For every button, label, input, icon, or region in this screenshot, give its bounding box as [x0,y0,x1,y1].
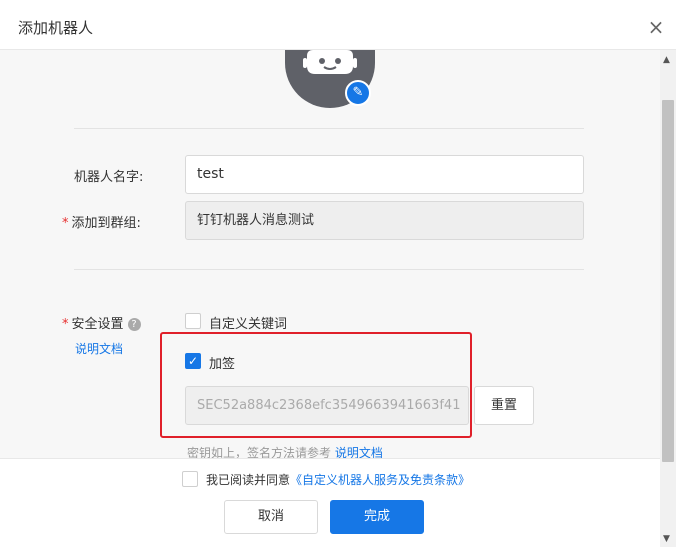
close-icon[interactable]: × [646,17,666,37]
dialog-header: 添加机器人 × [0,3,676,50]
pencil-icon[interactable]: ✎ [345,80,371,106]
dialog-title: 添加机器人 [18,19,94,37]
hint-text: 密钥如上，签名方法请参考 [187,446,332,458]
security-label-text: 安全设置 [71,317,124,332]
name-label: 机器人名字: [74,170,144,185]
group-field: 钉钉机器人消息测试 [185,201,584,240]
scroll-up-icon[interactable]: ▲ [663,55,670,65]
agree-checkbox[interactable] [182,471,198,487]
done-button[interactable]: 完成 [330,500,424,534]
scroll-down-icon[interactable]: ▼ [663,534,670,544]
security-doc-link[interactable]: 说明文档 [75,340,123,357]
agree-label: 我已阅读并同意 [206,473,291,487]
secret-hint: 密钥如上，签名方法请参考 说明文档 [187,444,383,458]
add-robot-dialog: 添加机器人 × ✎ 机器人名字: test * 添加到群组: 钉钉机器人消息测试 … [0,0,676,547]
group-label: * 添加到群组: [62,212,141,231]
highlight-box [160,332,472,438]
dialog-body: ✎ 机器人名字: test * 添加到群组: 钉钉机器人消息测试 * 安全设置? 说… [0,50,660,458]
hint-doc-link[interactable]: 说明文档 [335,446,383,458]
divider [74,269,584,270]
scrollbar-thumb[interactable] [662,100,674,462]
reset-button[interactable]: 重置 [474,386,534,425]
group-label-text: 添加到群组: [71,216,141,231]
terms-link[interactable]: 《自定义机器人服务及免责条款》 [290,473,470,487]
required-mark: * [62,216,69,231]
divider [74,128,584,129]
cancel-button[interactable]: 取消 [224,500,318,534]
keyword-checkbox[interactable] [185,313,201,329]
required-mark: * [62,317,69,332]
dialog-footer: 我已阅读并同意《自定义机器人服务及免责条款》 取消 完成 [0,458,660,547]
vertical-scrollbar[interactable]: ▲ ▼ [660,50,676,547]
agree-text: 我已阅读并同意《自定义机器人服务及免责条款》 [206,471,470,488]
security-label: * 安全设置? [62,313,141,332]
question-icon[interactable]: ? [127,318,141,331]
robot-name-input[interactable]: test [185,155,584,194]
keyword-label: 自定义关键词 [209,317,288,332]
